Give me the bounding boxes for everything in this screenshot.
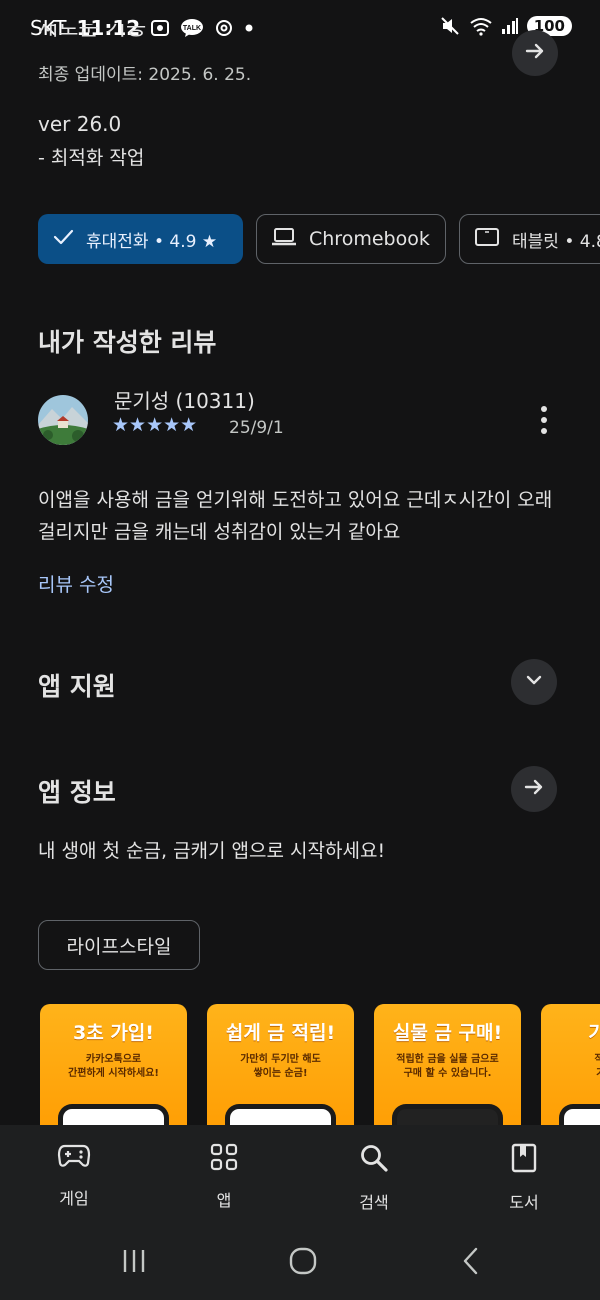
- nav-books[interactable]: 도서: [474, 1143, 574, 1213]
- app-info-arrow-button[interactable]: [511, 766, 557, 812]
- threads-icon: [214, 18, 234, 38]
- device-chip-label: Chromebook: [309, 228, 430, 250]
- screenshot-subtitle: 적립한 금 기프티콘: [594, 1054, 600, 1079]
- kakaotalk-badge-text: TALK: [183, 25, 201, 32]
- search-icon: [359, 1143, 389, 1177]
- screenshot-subtitle: 적립한 금을 실물 금으로 구매 할 수 있습니다.: [396, 1054, 499, 1079]
- book-icon: [511, 1143, 537, 1177]
- my-review-heading: 내가 작성한 리뷰: [38, 328, 217, 357]
- screenshot-subtitle: 가만히 두기만 해도 쌓이는 순금!: [240, 1054, 321, 1079]
- screenshot-title: 3초 가입!: [73, 1022, 154, 1044]
- nav-label: 검색: [359, 1193, 389, 1212]
- app-description: 내 생애 첫 순금, 금캐기 앱으로 시작하세요!: [38, 840, 386, 862]
- back-icon: [460, 1246, 482, 1280]
- chevron-down-icon: [523, 669, 545, 695]
- home-icon: [288, 1246, 318, 1280]
- apps-grid-icon: [210, 1143, 238, 1175]
- whats-new-heading: 새로운 기능: [38, 24, 147, 41]
- rating-stars: ★★★★★: [112, 414, 198, 436]
- device-chip-chromebook[interactable]: Chromebook: [256, 214, 446, 264]
- nav-games[interactable]: 게임: [24, 1143, 124, 1209]
- app-support-expand-button[interactable]: [511, 659, 557, 705]
- edit-review-link[interactable]: 리뷰 수정: [38, 570, 114, 597]
- last-updated-date: 최종 업데이트: 2025. 6. 25.: [38, 65, 252, 85]
- screenshot-title: 기프티: [588, 1022, 600, 1044]
- gamepad-icon: [57, 1143, 91, 1173]
- review-body: 이앱을 사용해 금을 얻기위해 도전하고 있어요 근데ㅈ시간이 오래걸리지만 금…: [38, 489, 553, 543]
- home-button[interactable]: [283, 1245, 323, 1281]
- device-chip-label: 휴대전화 • 4.9 ★: [86, 231, 218, 252]
- arrow-right-icon: [523, 39, 547, 67]
- kakaotalk-icon: TALK: [180, 18, 204, 38]
- nav-label: 게임: [59, 1189, 89, 1208]
- app-info-heading: 앱 정보: [38, 778, 116, 807]
- reviewer-name: 문기성 (10311): [114, 389, 255, 413]
- nav-label: 도서: [509, 1193, 539, 1212]
- nav-label: 앱: [216, 1191, 232, 1210]
- avatar: [38, 395, 88, 445]
- recent-apps-button[interactable]: [114, 1245, 154, 1281]
- nav-apps[interactable]: 앱: [174, 1143, 274, 1211]
- back-button[interactable]: [451, 1245, 491, 1281]
- recent-apps-icon: [119, 1248, 149, 1278]
- category-chip[interactable]: 라이프스타일: [38, 920, 200, 970]
- changelog-text: - 최적화 작업: [38, 147, 145, 169]
- more-options-icon[interactable]: [532, 404, 556, 436]
- version-label: ver 26.0: [38, 112, 122, 136]
- wifi-icon: [469, 16, 493, 36]
- tablet-icon: [474, 226, 500, 253]
- whats-new-arrow-button[interactable]: [512, 30, 558, 76]
- app-support-heading: 앱 지원: [38, 672, 116, 701]
- device-chip-label: 태블릿 • 4.8: [512, 231, 600, 252]
- nav-search[interactable]: 검색: [324, 1143, 424, 1213]
- mute-icon: [439, 15, 461, 37]
- bottom-navigation: 게임 앱 검색 도서: [0, 1125, 600, 1225]
- screenshot-subtitle: 카카오톡으로 간편하게 시작하세요!: [68, 1054, 159, 1079]
- device-chip-phone[interactable]: 휴대전화 • 4.9 ★: [38, 214, 243, 264]
- device-chip-tablet[interactable]: 태블릿 • 4.8: [459, 214, 600, 264]
- screenshot-title: 쉽게 금 적립!: [225, 1022, 336, 1044]
- system-navigation-bar: [0, 1225, 600, 1300]
- check-icon: [52, 226, 74, 253]
- signal-icon: [501, 17, 519, 35]
- screenshot-title: 실물 금 구매!: [392, 1022, 503, 1044]
- dot-icon: [244, 23, 254, 33]
- app-detail-screen: SKT 11:12 TALK 100 새로운 기능 최종 업데이트: 2025.…: [0, 0, 600, 1300]
- laptop-icon: [271, 226, 297, 253]
- review-date: 25/9/1: [229, 418, 284, 438]
- arrow-right-icon: [522, 775, 546, 803]
